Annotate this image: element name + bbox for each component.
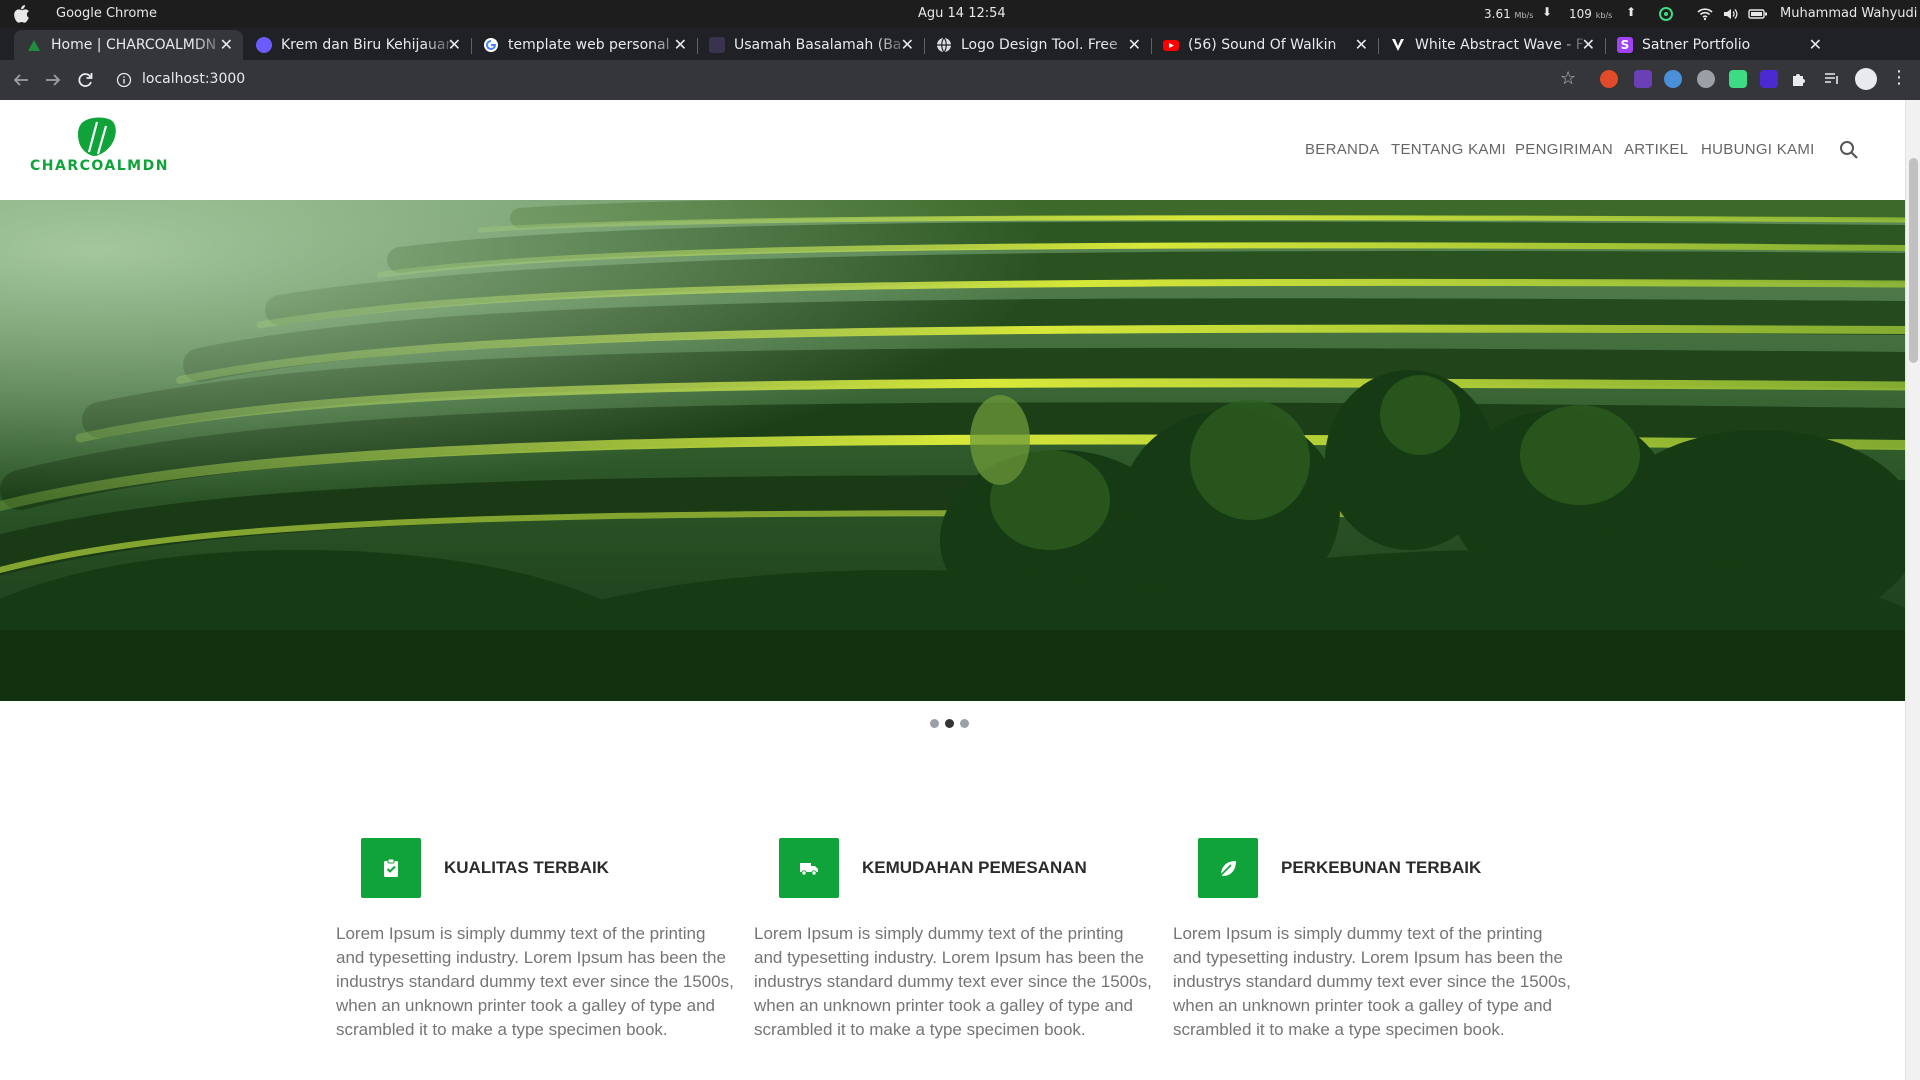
nav-item-artikel[interactable]: ARTIKEL — [1624, 141, 1688, 158]
tab-favicon-icon: S — [1617, 37, 1633, 53]
browser-tab[interactable]: Home | CHARCOALMDN ✕ — [14, 30, 243, 60]
upload-arrow-icon: ⬆ — [1626, 5, 1637, 19]
close-tab-icon[interactable]: ✕ — [674, 35, 687, 54]
browser-tab[interactable]: White Abstract Wave - F ✕ — [1378, 30, 1606, 60]
feature-title: KUALITAS TERBAIK — [444, 858, 609, 877]
close-tab-icon[interactable]: ✕ — [1355, 35, 1368, 54]
url-text[interactable]: localhost:3000 — [142, 71, 245, 87]
tab-title: Usamah Basalamah (Ba — [734, 37, 902, 53]
net-down-speed: 3.61 Mb/s — [1484, 7, 1533, 21]
brand-name: CHARCOALMDN — [30, 158, 169, 174]
nav-item-hubungi-kami[interactable]: HUBUNGI KAMI — [1701, 141, 1815, 158]
browser-tab[interactable]: S Satner Portfolio ✕ — [1605, 30, 1832, 60]
net-down-value: 3.61 — [1484, 7, 1511, 21]
address-bar[interactable]: localhost:3000 — [106, 65, 1606, 95]
feature-title: KEMUDAHAN PEMESANAN — [862, 858, 1087, 877]
tab-title: Satner Portfolio — [1642, 37, 1751, 53]
system-clock[interactable]: Agu 14 12:54 — [918, 6, 1006, 21]
kebab-menu-icon[interactable]: ⋮ — [1890, 69, 1908, 88]
nav-item-beranda[interactable]: BERANDA — [1305, 141, 1380, 158]
browser-tab-strip: Home | CHARCOALMDN ✕ Krem dan Biru Kehij… — [0, 28, 1920, 83]
feature-description: Lorem Ipsum is simply dummy text of the … — [754, 924, 1152, 1039]
extension-icon[interactable] — [1600, 70, 1618, 88]
tab-favicon-icon — [1163, 40, 1179, 51]
scrollbar-thumb[interactable] — [1909, 158, 1918, 363]
net-up-unit: kb/s — [1595, 11, 1613, 20]
tab-title: Home | CHARCOALMDN — [51, 37, 217, 53]
tab-title: template web personal — [508, 37, 670, 53]
close-tab-icon[interactable]: ✕ — [901, 35, 914, 54]
close-tab-icon[interactable]: ✕ — [220, 35, 233, 54]
tab-favicon-icon — [709, 37, 725, 53]
user-menu[interactable]: Muhammad Wahyudi — [1780, 6, 1917, 21]
tab-favicon-icon — [28, 40, 40, 51]
browser-tab[interactable]: Logo Design Tool. Free ✕ — [924, 30, 1152, 60]
browser-tab[interactable]: (56) Sound Of Walkin ✕ — [1151, 30, 1379, 60]
site-header: CHARCOALMDN BERANDA TENTANG KAMI PENGIRI… — [0, 100, 1905, 200]
extension-icon[interactable] — [1760, 70, 1778, 88]
close-tab-icon[interactable]: ✕ — [448, 35, 461, 54]
browser-toolbar: localhost:3000 ☆ ⋮ — [0, 60, 1920, 100]
apple-icon[interactable] — [14, 5, 30, 23]
nav-item-tentang-kami[interactable]: TENTANG KAMI — [1391, 141, 1506, 158]
net-down-unit: Mb/s — [1514, 11, 1534, 20]
close-tab-icon[interactable]: ✕ — [1128, 35, 1141, 54]
sync-icon[interactable] — [1658, 6, 1674, 22]
profile-avatar-icon[interactable] — [1855, 68, 1877, 90]
tab-favicon-icon — [256, 37, 272, 53]
feature-icon-box — [361, 838, 421, 898]
hero-slider-image[interactable] — [0, 200, 1905, 701]
wifi-icon[interactable] — [1697, 6, 1713, 22]
tab-favicon-icon — [484, 38, 498, 52]
clipboard-check-icon — [384, 858, 398, 877]
feature-icon-box — [1198, 838, 1258, 898]
site-info-icon[interactable] — [116, 72, 132, 88]
tab-title: Logo Design Tool. Free — [961, 37, 1118, 53]
extension-icon[interactable] — [1697, 70, 1715, 88]
close-tab-icon[interactable]: ✕ — [1809, 35, 1822, 54]
feature-title: PERKEBUNAN TERBAIK — [1281, 858, 1482, 877]
leaf-logo-icon — [77, 117, 116, 156]
puzzle-extensions-icon[interactable] — [1790, 70, 1808, 88]
tab-favicon-icon — [937, 37, 951, 53]
tab-title: Krem dan Biru Kehijauan — [281, 37, 455, 53]
volume-icon[interactable] — [1722, 6, 1738, 22]
media-queue-icon[interactable] — [1823, 70, 1841, 88]
feature-description: Lorem Ipsum is simply dummy text of the … — [1173, 924, 1571, 1039]
active-app-name[interactable]: Google Chrome — [56, 6, 157, 21]
extension-icon[interactable] — [1664, 70, 1682, 88]
feature-icon-box — [779, 838, 839, 898]
browser-tab[interactable]: Usamah Basalamah (Ba ✕ — [697, 30, 925, 60]
extension-icon[interactable] — [1634, 70, 1652, 88]
truck-icon — [800, 863, 818, 876]
slider-dot[interactable] — [960, 719, 969, 728]
site-logo[interactable]: CHARCOALMDN — [30, 116, 169, 184]
nav-item-pengiriman[interactable]: PENGIRIMAN — [1515, 141, 1613, 158]
reload-icon[interactable] — [74, 69, 96, 91]
bookmark-star-icon[interactable]: ☆ — [1560, 68, 1576, 89]
battery-icon[interactable] — [1748, 6, 1768, 22]
browser-tab[interactable]: Krem dan Biru Kehijauan ✕ — [244, 30, 472, 60]
page-scrollbar[interactable] — [1905, 100, 1920, 1080]
browser-tab[interactable]: template web personal ✕ — [471, 30, 698, 60]
tab-favicon-icon — [1390, 37, 1406, 53]
slider-pagination — [930, 719, 969, 728]
download-arrow-icon: ⬇ — [1542, 5, 1553, 19]
leaf-icon — [1220, 861, 1236, 876]
tab-title: (56) Sound Of Walkin — [1188, 37, 1337, 53]
slider-dot-active[interactable] — [945, 719, 954, 728]
close-tab-icon[interactable]: ✕ — [1582, 35, 1595, 54]
net-up-value: 109 — [1569, 7, 1592, 21]
back-arrow-icon[interactable] — [10, 69, 32, 91]
feature-description: Lorem Ipsum is simply dummy text of the … — [336, 924, 734, 1039]
page-viewport: CHARCOALMDN BERANDA TENTANG KAMI PENGIRI… — [0, 100, 1920, 1080]
search-icon[interactable] — [1838, 139, 1860, 161]
os-top-bar: Google Chrome Agu 14 12:54 3.61 Mb/s ⬇ 1… — [0, 0, 1920, 28]
net-up-speed: 109 kb/s — [1569, 7, 1612, 21]
tab-title: White Abstract Wave - F — [1415, 37, 1584, 53]
forward-arrow-icon[interactable] — [42, 69, 64, 91]
extension-icon[interactable] — [1729, 70, 1747, 88]
slider-dot[interactable] — [930, 719, 939, 728]
